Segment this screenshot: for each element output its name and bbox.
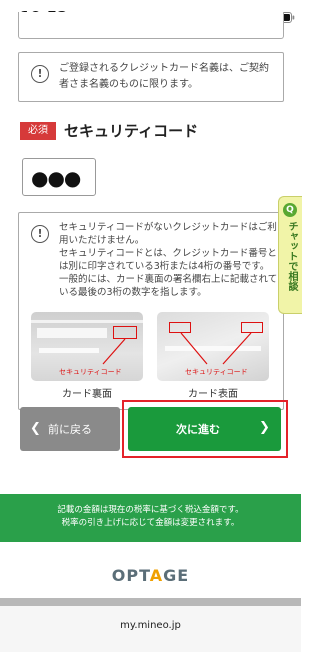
browser-url-bar[interactable]: my.mineo.jp <box>0 606 301 652</box>
tax-notice-text: 記載の金額は現在の税率に基づく税込金額です。 税率の引き上げに応じて金額は変更さ… <box>0 504 301 530</box>
previous-field-box <box>18 12 284 39</box>
next-button-label: 次に進む <box>176 423 220 436</box>
chevron-right-icon: ❯ <box>259 420 270 435</box>
note-line: セキュリティコードがないクレジットカードはご利用いただけません。 <box>59 222 277 246</box>
back-button[interactable]: ❮ 前に戻る <box>20 407 120 451</box>
tax-notice-line: 記載の金額は現在の税率に基づく税込金額です。 <box>57 505 244 515</box>
section-title: セキュリティコード <box>64 122 199 140</box>
back-button-label: 前に戻る <box>48 423 92 436</box>
tax-notice-banner: 記載の金額は現在の税率に基づく税込金額です。 税率の引き上げに応じて金額は変更さ… <box>0 494 301 542</box>
note-text: セキュリティコードがないクレジットカードはご利用いただけません。 セキュリティコ… <box>59 221 279 299</box>
security-code-label: セキュリティコード <box>185 368 248 376</box>
card-name-notice-text: ご登録されるクレジットカード名義は、ご契約者さま名義のものに限ります。 <box>59 63 269 90</box>
optage-logo: OPTAGE <box>0 566 301 585</box>
chat-consult-tab[interactable]: Q チャットで相談 <box>278 196 302 314</box>
chevron-left-icon: ❮ <box>30 421 41 436</box>
card-front-image: セキュリティコード <box>157 312 269 381</box>
url-text: my.mineo.jp <box>120 620 181 631</box>
tax-notice-line: 税率の引き上げに応じて金額は変更されます。 <box>61 518 240 528</box>
security-code-note: ! セキュリティコードがないクレジットカードはご利用いただけません。 セキュリテ… <box>18 212 284 410</box>
card-back-caption: カード裏面 <box>62 389 112 400</box>
card-name-notice: ! ご登録されるクレジットカード名義は、ご契約者さま名義のものに限ります。 <box>18 52 284 102</box>
chat-q-icon: Q <box>283 203 297 217</box>
security-code-label: セキュリティコード <box>59 368 122 376</box>
chat-tab-label: チャットで相談 <box>286 221 297 291</box>
exclamation-icon: ! <box>31 225 49 243</box>
logo-accent: A <box>149 566 164 585</box>
logo-prefix: OPT <box>111 566 150 585</box>
required-badge: 必須 <box>20 122 56 140</box>
card-back-image: セキュリティコード <box>31 312 143 381</box>
next-button[interactable]: 次に進む ❯ <box>128 407 281 451</box>
exclamation-icon: ! <box>31 65 49 83</box>
note-line: セキュリティコードとは、クレジットカード番号とは別に印字されている3桁または4桁… <box>59 248 277 272</box>
note-line: 一般的には、カード裏面の署名欄右上に記載されている最後の3桁の数字を指します。 <box>59 274 278 298</box>
footer-divider <box>0 598 301 606</box>
card-front-caption: カード表面 <box>188 389 238 400</box>
security-code-input[interactable]: ●●● <box>22 158 96 196</box>
logo-suffix: GE <box>163 566 190 585</box>
